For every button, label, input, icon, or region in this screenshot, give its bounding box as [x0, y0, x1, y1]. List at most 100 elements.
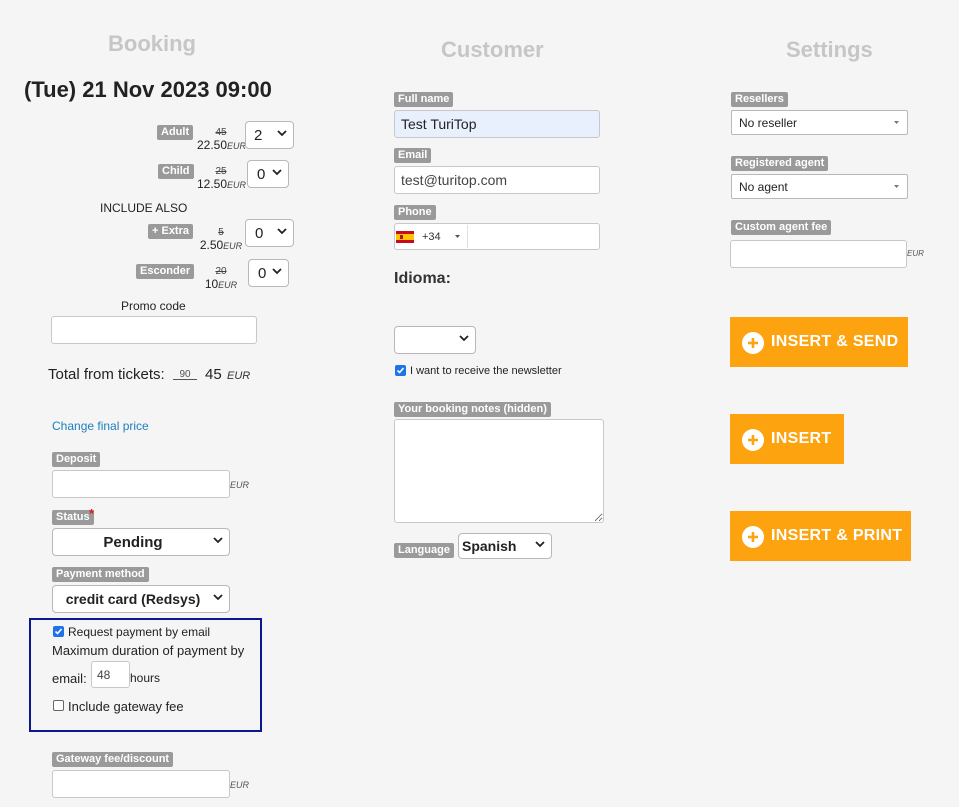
chevron-down-icon: [213, 592, 223, 602]
deposit-currency: EUR: [230, 480, 250, 490]
max-duration-label: Maximum duration of payment by: [52, 643, 245, 658]
caret-down-icon: [894, 185, 899, 189]
status-label: Status: [52, 510, 94, 525]
full-name-input[interactable]: [394, 110, 600, 138]
idioma-select[interactable]: [394, 326, 476, 354]
max-duration-input[interactable]: [91, 661, 130, 688]
change-final-price-link[interactable]: Change final price: [52, 419, 149, 433]
checkmark-icon: [54, 628, 63, 635]
language-select[interactable]: Spanish: [458, 533, 552, 559]
spain-flag-icon: [396, 230, 414, 243]
email-label: Email: [394, 148, 432, 163]
total-label: Total from tickets:: [48, 366, 165, 383]
phone-country-code: +34: [422, 230, 441, 243]
custom-agent-fee-currency: EUR: [907, 249, 924, 258]
extra-price: 5 2.50EUR: [198, 227, 244, 252]
insert-and-send-label: INSERT & SEND: [771, 333, 899, 350]
deposit-label: Deposit: [52, 452, 101, 467]
caret-down-icon: [894, 121, 899, 125]
email-input[interactable]: [394, 166, 600, 194]
qty-select-esconder[interactable]: 0: [248, 259, 289, 287]
language-label: Language: [394, 543, 454, 558]
booking-section-title: Booking: [108, 31, 196, 56]
total-old-price: 90: [173, 369, 197, 380]
promo-code-label: Promo code: [121, 299, 186, 313]
qty-value: 0: [255, 224, 264, 242]
payment-method-value: credit card (Redsys): [65, 591, 201, 607]
extra-label: + Extra: [148, 224, 193, 239]
ticket-price-value: 22.50: [197, 138, 228, 152]
ticket-label-child: Child: [158, 164, 194, 179]
booking-notes-label: Your booking notes (hidden): [394, 402, 551, 417]
currency-unit: EUR: [218, 280, 238, 290]
status-select[interactable]: Pending: [52, 528, 230, 556]
custom-agent-fee-input[interactable]: [730, 240, 907, 268]
gateway-fee-label: Gateway fee/discount: [52, 752, 174, 767]
newsletter-label: I want to receive the newsletter: [410, 365, 562, 377]
include-also-heading: INCLUDE ALSO: [100, 201, 188, 215]
idioma-label: Idioma:: [394, 270, 451, 287]
custom-agent-fee-label: Custom agent fee: [731, 220, 832, 235]
plus-circle-icon: [742, 332, 764, 354]
qty-value: 0: [258, 264, 267, 282]
currency-unit: EUR: [227, 180, 247, 190]
booking-date: (Tue) 21 Nov 2023 09:00: [24, 77, 272, 102]
phone-country-selector[interactable]: +34: [396, 225, 468, 248]
ticket-price-value: 12.50: [197, 177, 228, 191]
required-asterisk: *: [89, 506, 95, 521]
payment-method-label: Payment method: [52, 567, 149, 582]
promo-code-input[interactable]: [51, 316, 257, 344]
gateway-fee-input[interactable]: [52, 770, 230, 798]
qty-value: 2: [254, 126, 263, 144]
spain-flag-emblem: [400, 234, 403, 239]
insert-and-print-label: INSERT & PRINT: [771, 527, 903, 544]
extra-price-value: 2.50: [199, 238, 224, 252]
chevron-down-icon: [277, 128, 287, 138]
status-value: Pending: [103, 533, 163, 551]
chevron-down-icon: [277, 226, 287, 236]
resellers-value: No reseller: [739, 115, 798, 130]
request-payment-checkbox[interactable]: [53, 626, 64, 637]
qty-select-adult[interactable]: 2: [245, 121, 294, 149]
ticket-price-child: 25 12.50EUR: [197, 166, 247, 191]
total-value: 45: [205, 366, 222, 383]
newsletter-checkbox[interactable]: [395, 365, 406, 376]
currency-unit: EUR: [227, 141, 247, 151]
payment-method-select[interactable]: credit card (Redsys): [52, 585, 230, 613]
settings-section-title: Settings: [786, 37, 873, 62]
chevron-down-icon: [213, 535, 223, 545]
insert-and-print-button[interactable]: INSERT & PRINT: [730, 511, 911, 561]
ticket-label-adult: Adult: [157, 125, 194, 140]
phone-divider: [467, 225, 468, 248]
max-duration-suffix: hours: [130, 671, 161, 685]
full-name-label: Full name: [394, 92, 454, 107]
total-currency: EUR: [227, 370, 251, 382]
include-gateway-fee-label: Include gateway fee: [68, 699, 184, 714]
checkmark-icon: [396, 367, 405, 374]
booking-notes-textarea[interactable]: [394, 419, 604, 523]
include-gateway-fee-checkbox[interactable]: [53, 700, 64, 711]
chevron-down-icon: [459, 333, 469, 343]
plus-circle-icon: [742, 526, 764, 548]
registered-agent-select[interactable]: No agent: [731, 174, 908, 199]
customer-section-title: Customer: [441, 37, 544, 62]
deposit-input[interactable]: [52, 470, 230, 498]
ticket-price-adult: 45 22.50EUR: [197, 127, 247, 152]
extra-price-esconder: 20 10EUR: [203, 266, 239, 291]
currency-unit: EUR: [223, 241, 243, 251]
phone-field[interactable]: +34: [394, 223, 600, 250]
total-old-value: 90: [179, 369, 191, 380]
resellers-select[interactable]: No reseller: [731, 110, 908, 135]
max-duration-prefix: email:: [52, 671, 87, 686]
qty-select-extra[interactable]: 0: [245, 219, 294, 247]
insert-label: INSERT: [771, 430, 832, 447]
qty-select-child[interactable]: 0: [247, 160, 289, 188]
gateway-fee-currency: EUR: [230, 780, 250, 790]
insert-and-send-button[interactable]: INSERT & SEND: [730, 317, 908, 367]
insert-button[interactable]: INSERT: [730, 414, 844, 464]
plus-circle-icon: [742, 429, 764, 451]
qty-value: 0: [257, 165, 266, 183]
caret-down-icon: [454, 234, 460, 239]
phone-label: Phone: [394, 205, 436, 220]
chevron-down-icon: [535, 539, 545, 549]
